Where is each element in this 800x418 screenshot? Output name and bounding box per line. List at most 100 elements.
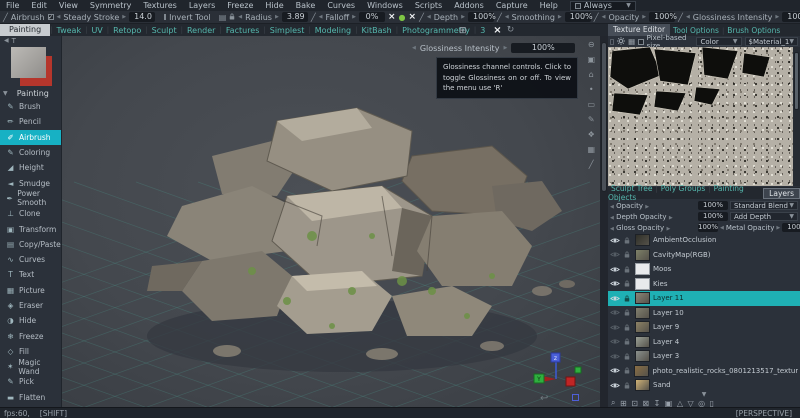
lock-icon[interactable] xyxy=(624,266,632,273)
menu-item-textures[interactable]: Textures xyxy=(137,1,182,10)
workspace-tab-uv[interactable]: UV xyxy=(87,26,106,35)
glossiness-intensity-value[interactable]: 100% xyxy=(782,12,800,22)
tab-poly-groups[interactable]: Poly Groups xyxy=(658,184,709,193)
close-icon[interactable]: × xyxy=(493,25,501,36)
visibility-eye-icon[interactable] xyxy=(610,367,621,374)
spinner-right-icon[interactable]: ▶ xyxy=(558,14,562,20)
menu-item-hide[interactable]: Hide xyxy=(259,1,289,10)
lock-icon[interactable] xyxy=(624,309,632,316)
menu-item-edit[interactable]: Edit xyxy=(25,1,53,10)
tool-magic-wand[interactable]: ✶Magic Wand xyxy=(0,359,61,374)
tool-pencil[interactable]: ✏Pencil xyxy=(0,114,61,129)
spinner-right-icon[interactable]: ▶ xyxy=(352,14,356,20)
tab-brush-options[interactable]: Brush Options xyxy=(724,26,783,35)
layer-row-kies[interactable]: Kies xyxy=(608,277,800,292)
layer-row-layer-11[interactable]: Layer 11 xyxy=(608,291,800,306)
tool-coloring[interactable]: ✎Coloring xyxy=(0,145,61,160)
visibility-eye-icon[interactable] xyxy=(610,280,621,287)
workspace-tab-kitbash[interactable]: KitBash xyxy=(357,26,395,35)
panel-splitter-scrollbar[interactable] xyxy=(600,36,608,407)
tool-flatten[interactable]: ▬Flatten xyxy=(0,390,61,405)
visibility-eye-icon[interactable] xyxy=(610,324,621,331)
visibility-eye-icon[interactable] xyxy=(610,237,621,244)
tool-brush[interactable]: ✎Brush xyxy=(0,99,61,114)
layer-row-photo-realistic-rocks-0801213517-texture[interactable]: photo_realistic_rocks_0801213517_texture xyxy=(608,364,800,379)
pen-icon[interactable]: ╱ xyxy=(594,13,599,22)
blend-mode-dropdown[interactable]: Standard Blend ▼ xyxy=(730,201,798,210)
layer-row-layer-4[interactable]: Layer 4 xyxy=(608,335,800,350)
scrollbar-thumb[interactable] xyxy=(794,52,799,110)
spinner-left-icon[interactable]: ◀ xyxy=(686,14,690,20)
layer-row-moos[interactable]: Moos xyxy=(608,262,800,277)
pen-icon[interactable]: ╱ xyxy=(419,13,424,22)
radius-value[interactable]: 3.89 xyxy=(282,12,308,22)
channel-off-icon[interactable]: × xyxy=(388,12,396,22)
menu-item-freeze[interactable]: Freeze xyxy=(221,1,259,10)
collapse-circle-icon[interactable]: ⊖ xyxy=(588,40,595,49)
lock-icon[interactable] xyxy=(624,338,632,345)
depth-opacity-value[interactable]: 100% xyxy=(698,212,728,221)
spinner-left-icon[interactable]: ◀ xyxy=(412,45,416,51)
menu-item-curves[interactable]: Curves xyxy=(321,1,361,10)
spinner-left-icon[interactable]: ◀ xyxy=(57,14,61,20)
workspace-tab-3[interactable]: 3 xyxy=(476,26,489,35)
workspace-tab-render[interactable]: Render xyxy=(183,26,219,35)
menu-item-windows[interactable]: Windows xyxy=(361,1,409,10)
lock-icon[interactable] xyxy=(624,324,632,331)
tool-pick[interactable]: ✎Pick xyxy=(0,374,61,389)
channel-dropdown[interactable]: Color ▼ xyxy=(696,37,741,46)
3d-viewport[interactable]: ◀ Glossiness Intensity ▶ 100% Glossiness… xyxy=(62,36,600,407)
lock-icon[interactable] xyxy=(624,367,632,374)
visibility-eye-icon[interactable] xyxy=(610,251,621,258)
snap-square-icon[interactable] xyxy=(572,394,579,401)
tool-text[interactable]: TText xyxy=(0,267,61,282)
scrollbar-thumb[interactable] xyxy=(601,42,607,192)
gear-icon[interactable] xyxy=(617,37,625,47)
layer-row-layer-9[interactable]: Layer 9 xyxy=(608,320,800,335)
menu-item-capture[interactable]: Capture xyxy=(490,1,534,10)
spinner-left-icon[interactable]: ◀ xyxy=(319,14,323,20)
checker-icon[interactable]: ▦ xyxy=(587,145,595,154)
visibility-eye-icon[interactable] xyxy=(610,266,621,273)
smoothing-value[interactable]: 100% xyxy=(565,12,591,22)
spinner-left-icon[interactable]: ◀ xyxy=(427,14,431,20)
pen-icon[interactable]: ╱ xyxy=(678,13,683,22)
slash-icon[interactable]: ╱ xyxy=(589,160,594,169)
menu-item-scripts[interactable]: Scripts xyxy=(409,1,448,10)
clipboard-icon[interactable]: ▤ xyxy=(219,13,227,22)
pixel-based-checkbox[interactable] xyxy=(638,39,643,45)
spinner-left-icon[interactable]: ◀ xyxy=(505,14,509,20)
lock-icon[interactable] xyxy=(624,353,632,360)
menu-item-addons[interactable]: Addons xyxy=(448,1,490,10)
spinner-right-icon[interactable]: ▶ xyxy=(503,45,507,51)
material-preview[interactable] xyxy=(8,47,54,87)
steady-stroke-checkbox[interactable]: ✓ xyxy=(48,14,54,20)
visibility-eye-icon[interactable] xyxy=(610,353,621,360)
tool-power-smooth[interactable]: ✒Power Smooth xyxy=(0,191,61,206)
stamp-icon[interactable]: ❖ xyxy=(588,130,595,139)
depth-blend-dropdown[interactable]: Add Depth ▼ xyxy=(730,212,798,221)
workspace-tab-sculpt[interactable]: Sculpt xyxy=(148,26,181,35)
workspace-tab-modeling[interactable]: Modeling xyxy=(311,26,355,35)
texture-preview[interactable] xyxy=(608,47,793,186)
layer-row-ambientocclusion[interactable]: AmbientOcclusion xyxy=(608,233,800,248)
glossiness-float-value[interactable]: 100% xyxy=(511,43,575,53)
camera-icon[interactable]: ▣ xyxy=(587,55,595,64)
tool-height[interactable]: ◢Height xyxy=(0,160,61,175)
tool-hide[interactable]: ◑Hide xyxy=(0,313,61,328)
spinner-right-icon[interactable]: ▶ xyxy=(642,14,646,20)
invert-tool-checkbox[interactable] xyxy=(164,14,166,20)
file-icon[interactable]: ▯ xyxy=(610,37,614,46)
menu-item-symmetry[interactable]: Symmetry xyxy=(84,1,137,10)
tab-painting-active[interactable]: Painting xyxy=(0,24,50,36)
layer-row-layer-10[interactable]: Layer 10 xyxy=(608,306,800,321)
grid-toggle-icon[interactable]: ⊞ xyxy=(459,26,467,36)
grid-icon[interactable]: ▦ xyxy=(628,37,635,46)
tab-layers[interactable]: Layers xyxy=(763,188,800,199)
tool-transform[interactable]: ▣Transform xyxy=(0,221,61,236)
visibility-eye-icon[interactable] xyxy=(610,382,621,389)
opacity-value[interactable]: 100% xyxy=(649,12,675,22)
tool-eraser[interactable]: ◈Eraser xyxy=(0,298,61,313)
sidebar-section-header[interactable]: ▼ Painting xyxy=(0,87,61,99)
falloff-value[interactable]: 0% xyxy=(359,12,385,22)
